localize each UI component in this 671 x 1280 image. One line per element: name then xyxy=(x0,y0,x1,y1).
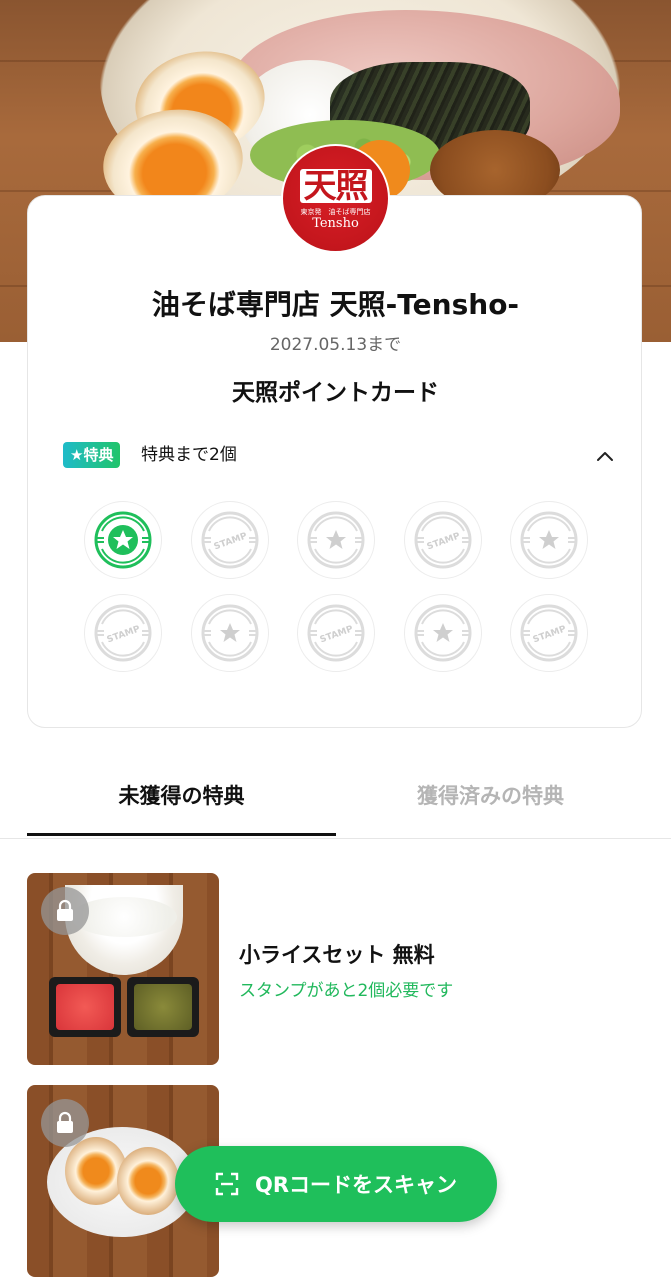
card-title: 天照ポイントカード xyxy=(232,380,439,406)
chevron-up-icon[interactable] xyxy=(595,446,615,466)
stamp-collected xyxy=(84,501,162,579)
logo-roman: Tensho xyxy=(312,215,359,231)
stamp-empty xyxy=(190,594,269,672)
stamp-empty: STAMP xyxy=(403,501,482,579)
lock-icon xyxy=(41,887,89,935)
stamp-empty xyxy=(510,501,588,579)
reward-item[interactable]: 小ライスセット 無料 スタンプがあと2個必要です xyxy=(27,873,643,1065)
stamp-empty: STAMP xyxy=(84,594,162,672)
stamp-empty: STAMP xyxy=(190,501,269,579)
svg-text:STAMP: STAMP xyxy=(106,624,142,645)
stamp-empty xyxy=(297,501,375,579)
shop-name: 油そば専門店 天照-Tensho- xyxy=(151,288,520,321)
logo-kanji: 天照 xyxy=(299,168,372,203)
logo-subtitle: 東京発 油そば専門店 xyxy=(300,207,371,216)
scan-qr-button[interactable]: QRコードをスキャン xyxy=(175,1146,497,1222)
stamp-empty: STAMP xyxy=(510,594,588,672)
reward-title: 小ライスセット 無料 xyxy=(239,943,435,967)
reward-status: スタンプがあと2個必要です xyxy=(239,981,454,1001)
stamp-empty xyxy=(403,594,482,672)
qr-scan-icon xyxy=(215,1172,239,1196)
stamp-empty: STAMP xyxy=(297,594,375,672)
stamp-grid: STAMP STAMP STAMP STAMP STAMP xyxy=(84,501,588,672)
shop-logo: 天照 東京発 油そば専門店 Tensho xyxy=(281,144,390,253)
scan-qr-label: QRコードをスキャン xyxy=(254,1173,458,1197)
tab-unearned[interactable]: 未獲得の特典 xyxy=(27,760,336,836)
lock-icon xyxy=(41,1099,89,1147)
tab-earned[interactable]: 獲得済みの特典 xyxy=(336,760,645,836)
svg-text:STAMP: STAMP xyxy=(425,531,461,552)
svg-text:STAMP: STAMP xyxy=(212,531,248,552)
svg-text:STAMP: STAMP xyxy=(319,624,355,645)
reward-progress-row[interactable]: ★特典 特典まで2個 xyxy=(63,440,619,470)
reward-progress-text: 特典まで2個 xyxy=(141,445,237,465)
reward-tabs: 未獲得の特典 獲得済みの特典 xyxy=(0,760,671,839)
expiry-date: 2027.05.13まで xyxy=(269,335,402,355)
reward-badge: ★特典 xyxy=(63,442,121,468)
svg-text:STAMP: STAMP xyxy=(532,624,568,645)
